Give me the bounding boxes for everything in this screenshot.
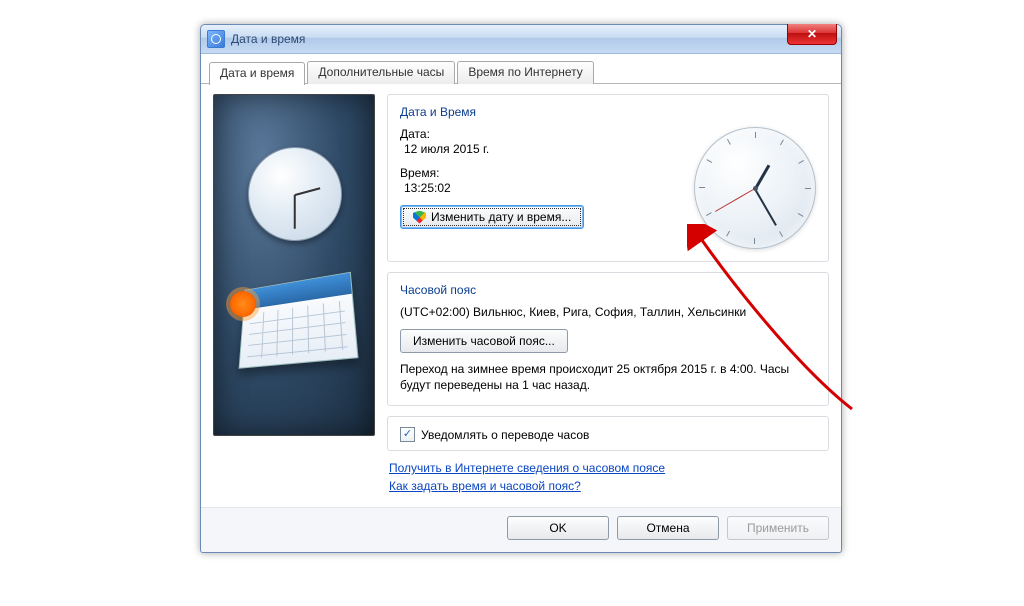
group-title-date-time: Дата и Время	[400, 105, 816, 119]
tabstrip: Дата и время Дополнительные часы Время п…	[201, 54, 841, 84]
link-tz-info[interactable]: Получить в Интернете сведения о часовом …	[389, 461, 665, 475]
preview-calendar-icon	[239, 272, 359, 369]
dialog-body: Дата и Время Дата: 12 июля 2015 г. Время…	[201, 84, 841, 507]
apply-label: Применить	[747, 521, 809, 535]
tab-internet-time[interactable]: Время по Интернету	[457, 61, 593, 84]
group-timezone: Часовой пояс (UTC+02:00) Вильнюс, Киев, …	[387, 272, 829, 406]
change-date-time-button[interactable]: Изменить дату и время...	[400, 205, 584, 229]
uac-shield-icon	[413, 211, 426, 224]
date-value: 12 июля 2015 г.	[404, 142, 694, 156]
date-label: Дата:	[400, 127, 694, 141]
analog-clock	[694, 127, 816, 249]
window-title: Дата и время	[231, 32, 305, 46]
close-button[interactable]: ✕	[787, 24, 837, 45]
preview-flower-icon	[230, 291, 256, 317]
group-title-timezone: Часовой пояс	[400, 283, 816, 297]
preview-clock-icon	[248, 147, 342, 241]
dialog-footer: OK Отмена Применить	[201, 507, 841, 552]
checkbox-checked-icon[interactable]: ✓	[400, 427, 415, 442]
tab-date-time[interactable]: Дата и время	[209, 62, 305, 85]
group-dst-notify: ✓ Уведомлять о переводе часов	[387, 416, 829, 451]
notify-dst-row[interactable]: ✓ Уведомлять о переводе часов	[400, 427, 816, 442]
tab-additional-clocks[interactable]: Дополнительные часы	[307, 61, 455, 84]
ok-button[interactable]: OK	[507, 516, 609, 540]
change-timezone-button[interactable]: Изменить часовой пояс...	[400, 329, 568, 353]
content-column: Дата и Время Дата: 12 июля 2015 г. Время…	[387, 94, 829, 499]
apply-button[interactable]: Применить	[727, 516, 829, 540]
minute-hand-icon	[754, 189, 777, 226]
date-time-dialog: Дата и время ✕ Дата и время Дополнительн…	[200, 24, 842, 553]
help-links: Получить в Интернете сведения о часовом …	[389, 461, 827, 497]
titlebar[interactable]: Дата и время ✕	[201, 25, 841, 54]
link-how-to[interactable]: Как задать время и часовой пояс?	[389, 479, 581, 493]
notify-dst-label: Уведомлять о переводе часов	[421, 428, 589, 442]
cancel-button[interactable]: Отмена	[617, 516, 719, 540]
second-hand-icon	[715, 188, 755, 212]
ok-label: OK	[549, 521, 566, 535]
timezone-value: (UTC+02:00) Вильнюс, Киев, Рига, София, …	[400, 305, 816, 319]
change-date-time-label: Изменить дату и время...	[431, 210, 571, 224]
change-timezone-label: Изменить часовой пояс...	[413, 334, 555, 348]
cancel-label: Отмена	[646, 521, 689, 535]
time-label: Время:	[400, 166, 694, 180]
time-value: 13:25:02	[404, 181, 694, 195]
clock-icon	[207, 30, 225, 48]
close-icon: ✕	[807, 27, 817, 41]
preview-panel	[213, 94, 375, 436]
dst-transition-note: Переход на зимнее время происходит 25 ок…	[400, 361, 816, 393]
group-date-time: Дата и Время Дата: 12 июля 2015 г. Время…	[387, 94, 829, 262]
